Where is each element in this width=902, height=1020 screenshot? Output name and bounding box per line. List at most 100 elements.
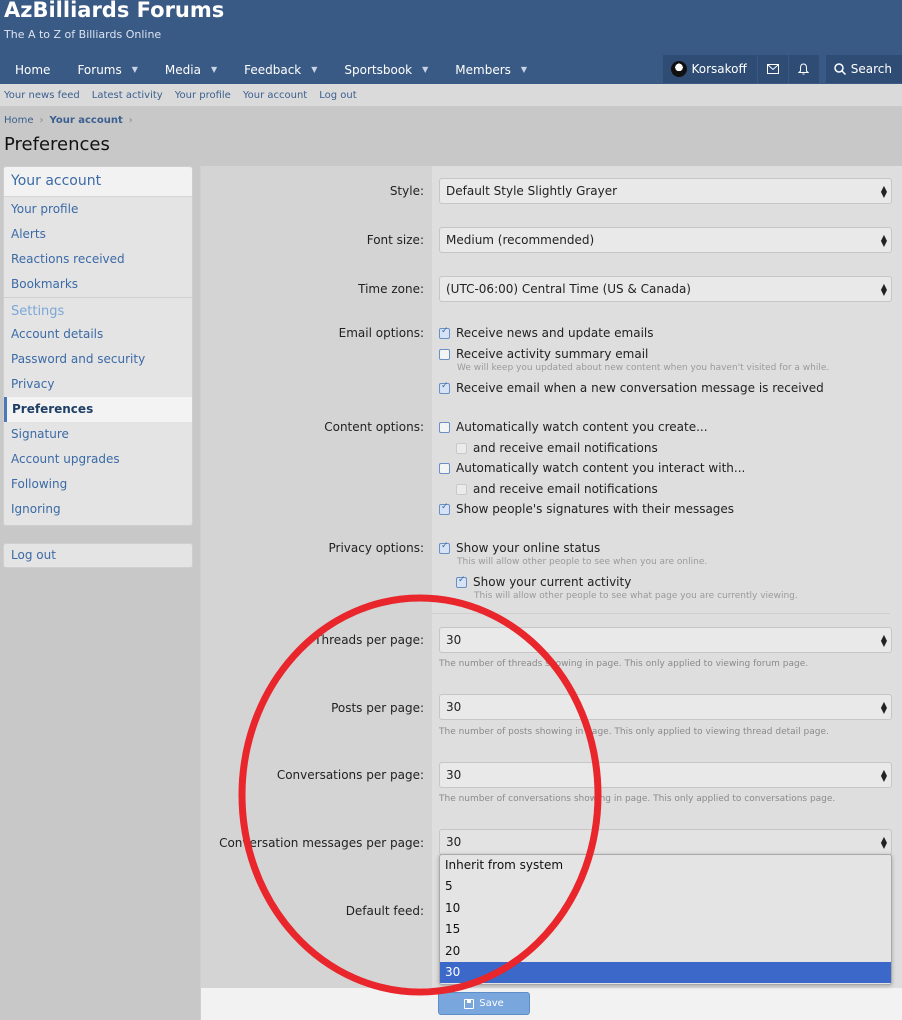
chevron-down-icon[interactable]: ▼ [521,57,527,83]
nav-home-label: Home [15,63,51,77]
site-tagline: The A to Z of Billiards Online [4,28,162,41]
watch-interact-checkbox-row[interactable]: Automatically watch content you interact… [439,461,745,475]
default-feed-label: Default feed: [345,904,424,918]
conversations-per-page-select[interactable]: 30 ▲ ▼ [439,762,892,788]
account-nav: Korsakoff Search [663,55,902,83]
conversation-messages-per-page-select[interactable]: 30 ▲ ▼ [439,829,892,855]
nav-members[interactable]: Members ▼ [440,56,539,84]
posts-per-page-select[interactable]: 30 ▲ ▼ [439,694,892,720]
main-nav: Home Forums ▼ Media ▼ Feedback ▼ Sportsbook… [0,56,539,84]
checkbox[interactable] [439,326,450,339]
subnav-your-profile[interactable]: Your profile [175,90,231,101]
sidebar-item-signature[interactable]: Signature [4,422,192,447]
sidebar-item-ignoring[interactable]: Ignoring [4,497,192,522]
threads-per-page-select[interactable]: 30 ▲ ▼ [439,627,892,653]
font-size-label: Font size: [366,233,424,247]
checkbox[interactable] [439,462,450,474]
breadcrumb-home[interactable]: Home [4,115,34,126]
current-activity-checkbox-row[interactable]: Show your current activity [456,575,631,589]
inbox-button[interactable] [757,55,788,83]
online-status-checkbox-row[interactable]: Show your online status [439,541,600,555]
receive-summary-checkbox-row[interactable]: Receive activity summary email [439,347,648,361]
search-button[interactable]: Search [825,55,902,83]
posts-per-page-value: 30 [446,700,462,714]
sidebar-logout[interactable]: Log out [3,543,193,568]
save-icon [464,998,475,1009]
sidebar-item-your-profile[interactable]: Your profile [4,197,192,222]
chevron-down-icon[interactable]: ▼ [211,57,217,83]
style-select[interactable]: Default Style Slightly Grayer ▲ ▼ [439,178,892,204]
email-options-label: Email options: [338,326,424,340]
checkbox[interactable] [439,421,450,433]
checkbox[interactable] [439,502,450,515]
sidebar-item-following[interactable]: Following [4,472,192,497]
nav-members-label: Members [455,63,511,77]
font-size-select[interactable]: Medium (recommended) ▲ ▼ [439,227,892,253]
receive-summary-label: Receive activity summary email [456,347,649,361]
checkbox[interactable] [456,575,467,588]
time-zone-select[interactable]: (UTC-06:00) Central Time (US & Canada) ▲… [439,276,892,302]
nav-sportsbook-label: Sportsbook [344,63,413,77]
privacy-options-label: Privacy options: [328,541,424,555]
conversation-messages-per-page-value: 30 [446,835,462,849]
chevron-right-icon: › [128,115,133,126]
nav-feedback[interactable]: Feedback ▼ [229,56,329,84]
sidebar-item-password-security[interactable]: Password and security [4,347,192,372]
dropdown-option[interactable]: 5 [440,876,891,897]
subnav-news-feed[interactable]: Your news feed [4,90,80,101]
subnav-your-account[interactable]: Your account [243,90,307,101]
nav-home[interactable]: Home [0,56,62,84]
nav-media[interactable]: Media ▼ [150,56,229,84]
chevron-down-icon[interactable]: ▼ [311,57,317,83]
section-divider [432,613,890,614]
receive-news-label: Receive news and update emails [456,326,654,340]
sidebar-item-preferences[interactable]: Preferences [4,397,192,422]
select-arrows-icon: ▲ ▼ [880,184,887,199]
select-arrows-icon: ▲ ▼ [880,700,887,715]
subnav-latest-activity[interactable]: Latest activity [92,90,163,101]
subnav-log-out[interactable]: Log out [319,90,356,101]
nav-forums[interactable]: Forums ▼ [62,56,149,84]
time-zone-label: Time zone: [358,282,424,296]
dropdown-option[interactable]: 20 [440,941,891,962]
form-footer [201,988,902,1020]
conversation-messages-dropdown: Inherit from system 5 10 15 20 30 [439,854,892,985]
nav-sportsbook[interactable]: Sportsbook ▼ [329,56,440,84]
dropdown-option-selected[interactable]: 30 [440,961,891,984]
nav-feedback-label: Feedback [244,63,302,77]
sidebar-heading[interactable]: Your account [4,167,192,197]
receive-news-checkbox-row[interactable]: Receive news and update emails [439,326,654,340]
sidebar-item-reactions[interactable]: Reactions received [4,247,192,272]
receive-conversation-checkbox-row[interactable]: Receive email when a new conversation me… [439,381,824,395]
dropdown-option[interactable]: 10 [440,898,891,919]
threads-per-page-desc: The number of threads showing in page. T… [439,659,809,669]
font-size-value: Medium (recommended) [446,233,595,247]
sidebar-item-alerts[interactable]: Alerts [4,222,192,247]
chevron-down-icon[interactable]: ▼ [132,57,138,83]
sidebar-item-privacy[interactable]: Privacy [4,372,192,397]
show-signatures-checkbox-row[interactable]: Show people's signatures with their mess… [439,502,734,516]
save-button[interactable]: Save [438,992,530,1015]
alerts-button[interactable] [788,55,819,83]
select-arrows-icon: ▲ ▼ [880,633,887,648]
breadcrumb-current[interactable]: Your account [50,115,123,126]
sidebar-item-bookmarks[interactable]: Bookmarks [4,272,192,297]
dropdown-option[interactable]: 15 [440,919,891,940]
chevron-down-icon[interactable]: ▼ [422,57,428,83]
page-title: Preferences [4,134,110,155]
content-options-label: Content options: [324,420,424,434]
checkbox[interactable] [439,348,450,360]
watch-create-checkbox-row[interactable]: Automatically watch content you create..… [439,420,708,434]
receive-conversation-label: Receive email when a new conversation me… [456,381,824,395]
sidebar-item-account-upgrades[interactable]: Account upgrades [4,447,192,472]
style-value: Default Style Slightly Grayer [446,184,618,198]
show-signatures-label: Show people's signatures with their mess… [456,502,735,516]
user-menu-button[interactable]: Korsakoff [663,55,757,83]
checkbox[interactable] [439,381,450,394]
dropdown-option[interactable]: Inherit from system [440,855,891,876]
checkbox[interactable] [439,541,450,554]
search-icon [834,63,846,75]
avatar [671,61,688,77]
site-title[interactable]: AzBilliards Forums [4,0,224,22]
sidebar-item-account-details[interactable]: Account details [4,322,192,347]
